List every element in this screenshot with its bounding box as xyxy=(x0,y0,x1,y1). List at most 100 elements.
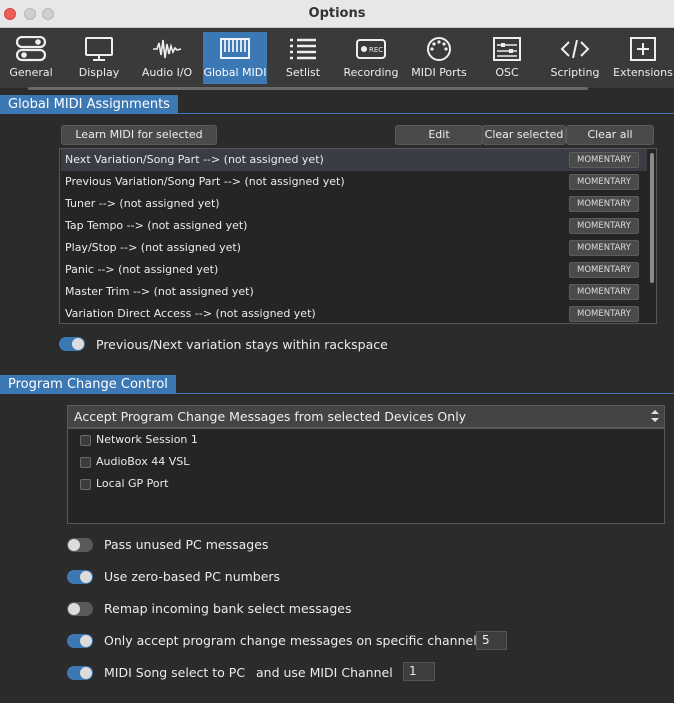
stays-within-rackspace-toggle[interactable] xyxy=(59,337,85,351)
specific-channel-label: Only accept program change messages on s… xyxy=(104,633,477,648)
global-midi-heading: Global MIDI Assignments xyxy=(0,95,178,114)
clear-selected-button[interactable]: Clear selected xyxy=(482,125,566,145)
tab-recording[interactable]: REC Recording xyxy=(340,32,402,84)
song-select-channel-input[interactable]: 1 xyxy=(403,662,435,681)
tab-scripting[interactable]: Scripting xyxy=(546,32,604,84)
assignment-text: Play/Stop --> (not assigned yet) xyxy=(65,241,241,254)
assignment-row[interactable]: Tap Tempo --> (not assigned yet) MOMENTAR… xyxy=(61,215,647,237)
tab-label: Extensions xyxy=(613,66,673,79)
title-bar: Options xyxy=(0,0,674,28)
osc-icon xyxy=(493,37,521,61)
assignment-row[interactable]: Play/Stop --> (not assigned yet) MOMENTAR… xyxy=(61,237,647,259)
section-divider xyxy=(0,113,674,114)
tab-midi-ports[interactable]: MIDI Ports xyxy=(410,32,468,84)
assignment-row[interactable]: Tuner --> (not assigned yet) MOMENTARY xyxy=(61,193,647,215)
specific-channel-toggle[interactable] xyxy=(67,634,93,648)
window-title: Options xyxy=(308,6,366,21)
toggles-icon xyxy=(15,36,47,62)
remap-bank-toggle[interactable] xyxy=(67,602,93,616)
edit-button[interactable]: Edit xyxy=(395,125,483,145)
pc-channel-input[interactable]: 5 xyxy=(476,631,507,650)
momentary-button[interactable]: MOMENTARY xyxy=(569,306,639,322)
assignment-row[interactable]: Previous Variation/Song Part --> (not as… xyxy=(61,171,647,193)
assignment-text: Panic --> (not assigned yet) xyxy=(65,263,219,276)
momentary-button[interactable]: MOMENTARY xyxy=(569,240,639,256)
pass-unused-toggle[interactable] xyxy=(67,538,93,552)
tab-label: General xyxy=(9,66,53,79)
program-change-heading: Program Change Control xyxy=(0,375,176,394)
svg-text:REC: REC xyxy=(369,46,383,54)
assignment-text: Next Variation/Song Part --> (not assign… xyxy=(65,153,324,166)
device-name: AudioBox 44 VSL xyxy=(96,455,190,468)
options-toolbar: General Display Audio I/O Global MIDI Se… xyxy=(0,28,674,88)
accept-mode-value: Accept Program Change Messages from sele… xyxy=(74,409,467,424)
tab-label: Setlist xyxy=(285,66,321,79)
tab-general[interactable]: General xyxy=(4,32,58,84)
tab-label: MIDI Ports xyxy=(411,66,467,79)
assignment-text: Variation Direct Access --> (not assigne… xyxy=(65,307,316,320)
momentary-button[interactable]: MOMENTARY xyxy=(569,174,639,190)
momentary-button[interactable]: MOMENTARY xyxy=(569,218,639,234)
section-divider xyxy=(0,393,674,394)
tab-label: Recording xyxy=(343,66,399,79)
toggle-knob xyxy=(68,603,80,615)
momentary-button[interactable]: MOMENTARY xyxy=(569,196,639,212)
song-select-channel-label: and use MIDI Channel xyxy=(256,665,393,680)
learn-midi-button[interactable]: Learn MIDI for selected item xyxy=(61,125,217,159)
zero-based-toggle[interactable] xyxy=(67,570,93,584)
accept-mode-dropdown[interactable]: Accept Program Change Messages from sele… xyxy=(67,405,665,428)
assignment-text: Previous Variation/Song Part --> (not as… xyxy=(65,175,345,188)
toolbar-scrollbar[interactable] xyxy=(28,87,588,90)
device-checkbox[interactable] xyxy=(80,435,91,446)
song-select-label: MIDI Song select to PC xyxy=(104,665,246,680)
plus-box-icon xyxy=(630,37,656,61)
momentary-button[interactable]: MOMENTARY xyxy=(569,262,639,278)
assignment-text: Master Trim --> (not assigned yet) xyxy=(65,285,254,298)
assignment-text: Tap Tempo --> (not assigned yet) xyxy=(65,219,248,232)
pass-unused-label: Pass unused PC messages xyxy=(104,537,269,552)
assignment-text: Tuner --> (not assigned yet) xyxy=(65,197,220,210)
tab-extensions[interactable]: Extensions xyxy=(612,32,674,84)
tab-display[interactable]: Display xyxy=(72,32,126,84)
stays-within-rackspace-label: Previous/Next variation stays within rac… xyxy=(96,337,388,352)
list-scrollbar[interactable] xyxy=(650,153,654,283)
device-checkbox[interactable] xyxy=(80,457,91,468)
tab-label: Display xyxy=(78,66,120,79)
device-checkbox[interactable] xyxy=(80,479,91,490)
assignment-list: Next Variation/Song Part --> (not assign… xyxy=(59,148,657,324)
tab-label: Scripting xyxy=(550,66,600,79)
assignment-row[interactable]: Next Variation/Song Part --> (not assign… xyxy=(61,149,647,171)
device-list: Network Session 1 AudioBox 44 VSL Local … xyxy=(67,428,665,524)
tab-label: OSC xyxy=(495,66,519,79)
list-icon xyxy=(290,38,316,60)
clear-all-button[interactable]: Clear all xyxy=(566,125,654,145)
code-icon xyxy=(560,39,590,59)
tab-label: Global MIDI xyxy=(203,66,267,79)
tab-global-midi[interactable]: Global MIDI xyxy=(203,32,267,84)
toggle-knob xyxy=(68,539,80,551)
remap-bank-label: Remap incoming bank select messages xyxy=(104,601,352,616)
toggle-knob xyxy=(80,667,92,679)
waveform-icon xyxy=(153,39,182,59)
keyboard-icon xyxy=(220,38,250,59)
updown-chevron-icon xyxy=(651,410,659,422)
tab-label: Audio I/O xyxy=(141,66,193,79)
momentary-button[interactable]: MOMENTARY xyxy=(569,284,639,300)
monitor-icon xyxy=(85,37,113,61)
zero-based-label: Use zero-based PC numbers xyxy=(104,569,281,584)
tab-audio-io[interactable]: Audio I/O xyxy=(138,32,196,84)
device-name: Network Session 1 xyxy=(96,433,198,446)
momentary-button[interactable]: MOMENTARY xyxy=(569,152,639,168)
song-select-toggle[interactable] xyxy=(67,666,93,680)
toggle-knob xyxy=(80,571,92,583)
rec-icon: REC xyxy=(356,39,386,59)
tab-setlist[interactable]: Setlist xyxy=(276,32,330,84)
midi-port-icon xyxy=(427,37,451,61)
assignment-row[interactable]: Master Trim --> (not assigned yet) MOMENT… xyxy=(61,281,647,303)
tab-osc[interactable]: OSC xyxy=(482,32,532,84)
assignment-row[interactable]: Variation Direct Access --> (not assigne… xyxy=(61,303,647,325)
assignment-row[interactable]: Panic --> (not assigned yet) MOMENTARY xyxy=(61,259,647,281)
toggle-knob xyxy=(72,338,84,350)
device-name: Local GP Port xyxy=(96,477,169,490)
toggle-knob xyxy=(80,635,92,647)
